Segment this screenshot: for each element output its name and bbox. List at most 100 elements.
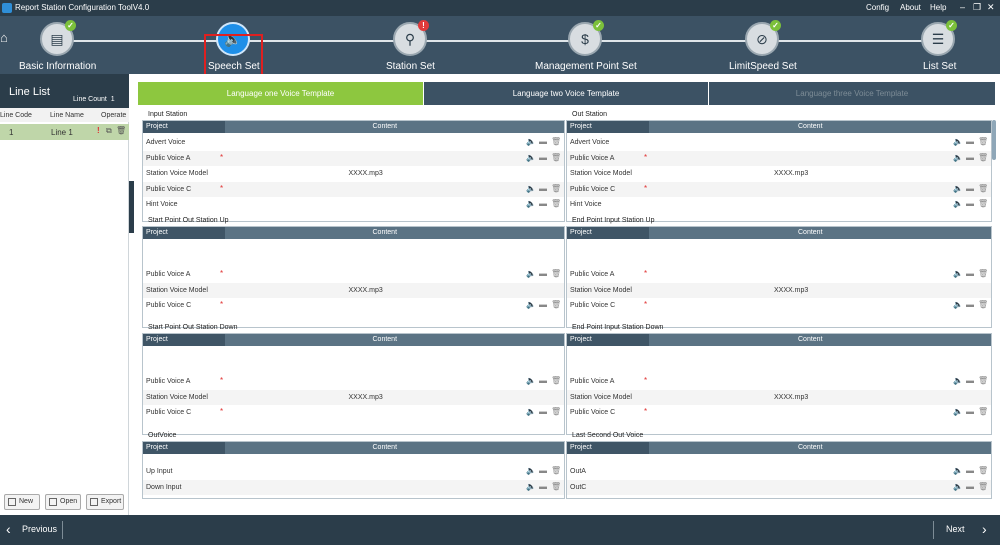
- speaker-icon[interactable]: 🔈: [953, 300, 963, 309]
- step-limitspeed-set[interactable]: ⊘ ✓: [745, 20, 781, 56]
- speaker-icon[interactable]: 🔈: [526, 407, 536, 416]
- delete-icon[interactable]: 🗑: [978, 482, 988, 491]
- previous-button[interactable]: Previous: [22, 524, 57, 534]
- folder-icon[interactable]: ▬: [966, 466, 975, 475]
- speaker-icon[interactable]: 🔈: [953, 407, 963, 416]
- voice-row[interactable]: Public Voice C * 🔈 ▬ 🗑: [567, 181, 991, 197]
- folder-icon[interactable]: ▬: [539, 153, 548, 162]
- close-icon[interactable]: ✕: [987, 2, 995, 13]
- voice-row[interactable]: Advert Voice 🔈 ▬ 🗑: [143, 135, 564, 150]
- menu-config[interactable]: Config: [866, 3, 889, 12]
- voice-row[interactable]: Public Voice A * 🔈 ▬ 🗑: [143, 374, 564, 389]
- delete-icon[interactable]: 🗑: [116, 126, 126, 135]
- speaker-icon[interactable]: 🔈: [953, 482, 963, 491]
- voice-row[interactable]: Public Voice C * 🔈 ▬ 🗑: [143, 181, 564, 197]
- folder-icon[interactable]: ▬: [539, 199, 548, 208]
- voice-row[interactable]: Hint Voice 🔈 ▬ 🗑: [143, 197, 564, 212]
- delete-icon[interactable]: 🗑: [551, 407, 561, 416]
- folder-icon[interactable]: ▬: [539, 407, 548, 416]
- voice-row[interactable]: Public Voice A * 🔈 ▬ 🗑: [567, 374, 991, 389]
- copy-icon[interactable]: ⧉: [106, 126, 112, 136]
- speaker-icon[interactable]: 🔈: [526, 482, 536, 491]
- delete-icon[interactable]: 🗑: [978, 199, 988, 208]
- voice-row[interactable]: Station Voice Model XXXX.mp3: [567, 166, 991, 181]
- voice-row[interactable]: Public Voice C * 🔈 ▬ 🗑: [143, 405, 564, 420]
- tab-language-three[interactable]: Language three Voice Template: [709, 82, 995, 105]
- speaker-icon[interactable]: 🔈: [953, 199, 963, 208]
- voice-row[interactable]: Down Input 🔈 ▬ 🗑: [143, 479, 564, 495]
- next-button[interactable]: Next: [946, 524, 965, 534]
- folder-icon[interactable]: ▬: [966, 376, 975, 385]
- voice-row[interactable]: Public Voice C * 🔈 ▬ 🗑: [143, 298, 564, 313]
- home-icon[interactable]: ⌂: [0, 30, 14, 48]
- scrollbar[interactable]: [992, 120, 996, 160]
- delete-icon[interactable]: 🗑: [978, 376, 988, 385]
- delete-icon[interactable]: 🗑: [551, 376, 561, 385]
- delete-icon[interactable]: 🗑: [551, 137, 561, 146]
- folder-icon[interactable]: ▬: [966, 407, 975, 416]
- menu-help[interactable]: Help: [930, 3, 946, 12]
- folder-icon[interactable]: ▬: [539, 269, 548, 278]
- delete-icon[interactable]: 🗑: [551, 153, 561, 162]
- speaker-icon[interactable]: 🔈: [526, 184, 536, 193]
- open-button[interactable]: Open: [45, 494, 81, 510]
- new-button[interactable]: New: [4, 494, 40, 510]
- delete-icon[interactable]: 🗑: [978, 184, 988, 193]
- step-management-point-set[interactable]: $ ✓: [568, 20, 604, 56]
- minimize-icon[interactable]: –: [960, 2, 965, 12]
- speaker-icon[interactable]: 🔈: [953, 269, 963, 278]
- speaker-icon[interactable]: 🔈: [526, 376, 536, 385]
- voice-row[interactable]: Up Input 🔈 ▬ 🗑: [143, 464, 564, 479]
- delete-icon[interactable]: 🗑: [551, 184, 561, 193]
- chevron-right-icon[interactable]: ›: [982, 521, 987, 537]
- speaker-icon[interactable]: 🔈: [953, 466, 963, 475]
- step-basic-information[interactable]: ▤ ✓: [40, 20, 76, 56]
- voice-row[interactable]: Hint Voice 🔈 ▬ 🗑: [567, 197, 991, 212]
- folder-icon[interactable]: ▬: [539, 466, 548, 475]
- speaker-icon[interactable]: 🔈: [953, 184, 963, 193]
- speaker-icon[interactable]: 🔈: [526, 269, 536, 278]
- voice-row[interactable]: Public Voice A * 🔈 ▬ 🗑: [143, 150, 564, 166]
- speaker-icon[interactable]: 🔈: [953, 153, 963, 162]
- speaker-icon[interactable]: 🔈: [526, 466, 536, 475]
- folder-icon[interactable]: ▬: [539, 184, 548, 193]
- voice-row[interactable]: OutC 🔈 ▬ 🗑: [567, 479, 991, 495]
- voice-row[interactable]: Station Voice Model XXXX.mp3: [143, 166, 564, 181]
- folder-icon[interactable]: ▬: [539, 376, 548, 385]
- delete-icon[interactable]: 🗑: [978, 466, 988, 475]
- step-list-set[interactable]: ☰ ✓: [921, 20, 957, 56]
- folder-icon[interactable]: ▬: [539, 300, 548, 309]
- voice-row[interactable]: Station Voice Model XXXX.mp3: [567, 389, 991, 405]
- speaker-icon[interactable]: 🔈: [953, 137, 963, 146]
- folder-icon[interactable]: ▬: [539, 137, 548, 146]
- speaker-icon[interactable]: 🔈: [526, 300, 536, 309]
- voice-row[interactable]: Station Voice Model XXXX.mp3: [567, 282, 991, 298]
- delete-icon[interactable]: 🗑: [551, 482, 561, 491]
- folder-icon[interactable]: ▬: [966, 184, 975, 193]
- delete-icon[interactable]: 🗑: [551, 466, 561, 475]
- delete-icon[interactable]: 🗑: [551, 199, 561, 208]
- delete-icon[interactable]: 🗑: [978, 407, 988, 416]
- tab-language-two[interactable]: Language two Voice Template: [424, 82, 708, 105]
- voice-row[interactable]: OutA 🔈 ▬ 🗑: [567, 464, 991, 479]
- delete-icon[interactable]: 🗑: [978, 300, 988, 309]
- folder-icon[interactable]: ▬: [539, 482, 548, 491]
- voice-row[interactable]: Public Voice C * 🔈 ▬ 🗑: [567, 405, 991, 420]
- menu-about[interactable]: About: [900, 3, 921, 12]
- delete-icon[interactable]: 🗑: [551, 269, 561, 278]
- folder-icon[interactable]: ▬: [966, 482, 975, 491]
- voice-row[interactable]: Public Voice C * 🔈 ▬ 🗑: [567, 298, 991, 313]
- restore-icon[interactable]: ❐: [973, 2, 981, 13]
- delete-icon[interactable]: 🗑: [978, 153, 988, 162]
- speaker-icon[interactable]: 🔈: [526, 137, 536, 146]
- voice-row[interactable]: Public Voice A * 🔈 ▬ 🗑: [143, 267, 564, 282]
- delete-icon[interactable]: 🗑: [551, 300, 561, 309]
- speaker-icon[interactable]: 🔈: [953, 376, 963, 385]
- folder-icon[interactable]: ▬: [966, 199, 975, 208]
- tab-language-one[interactable]: Language one Voice Template: [138, 82, 423, 105]
- folder-icon[interactable]: ▬: [966, 137, 975, 146]
- folder-icon[interactable]: ▬: [966, 269, 975, 278]
- line-row[interactable]: 1 Line 1 ! ⧉ 🗑: [0, 124, 129, 140]
- speaker-icon[interactable]: 🔈: [526, 199, 536, 208]
- step-station-set[interactable]: ⚲ !: [393, 20, 429, 56]
